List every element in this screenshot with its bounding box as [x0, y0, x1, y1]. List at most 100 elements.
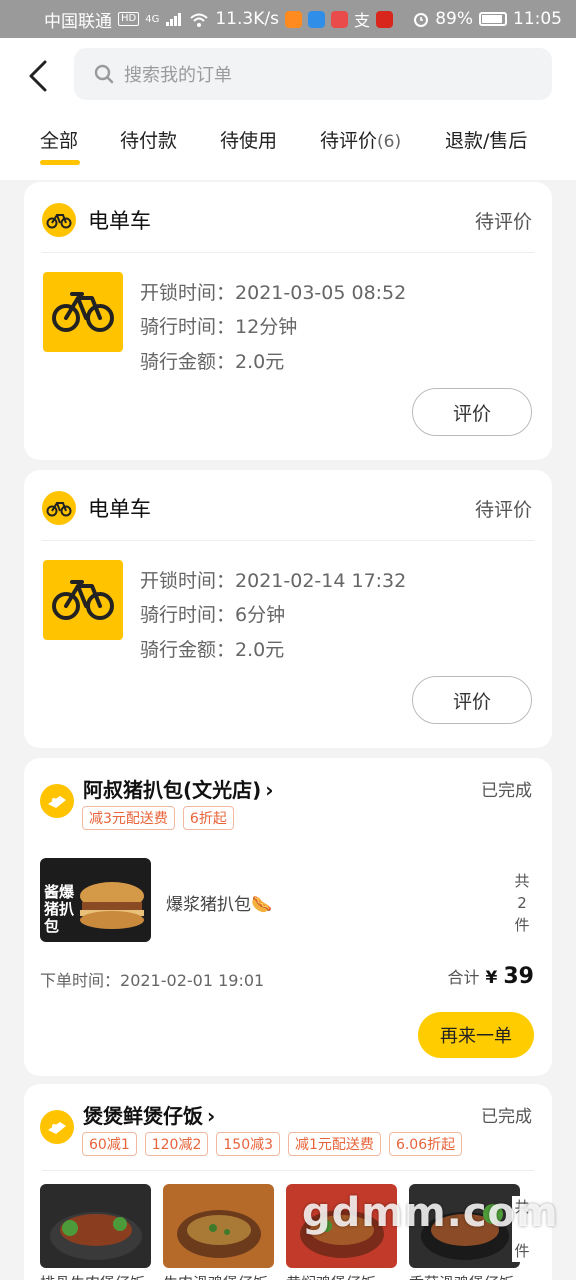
bike-image [43, 272, 123, 352]
card-header: 煲煲鲜煲仔饭 › 已完成 60减1 120减2 150减3 减1元配送费 6.06… [40, 1100, 532, 1170]
carrier-label: 中国联通 [44, 11, 112, 32]
ride-time: 骑行时间：6分钟 [140, 600, 285, 627]
tab-all[interactable]: 全部 [40, 126, 78, 153]
status-left: 中国联通 HD 4G 11.3K/s 支 [44, 7, 393, 32]
divider [42, 1170, 534, 1171]
clock: 11:05 [513, 9, 562, 29]
search-placeholder: 搜索我的订单 [124, 65, 232, 86]
count-char: 件 [514, 1242, 530, 1260]
order-time: 下单时间：2021-02-01 19:01 [40, 967, 264, 991]
order-status: 已完成 [481, 1107, 532, 1127]
dish-image: 酱爆 猪扒包 [40, 858, 151, 942]
video-app-icon [284, 10, 302, 28]
dish-name: 排骨牛肉煲仔饭 [40, 1272, 145, 1280]
amount-value: 2.0元 [235, 639, 285, 661]
promo-tag: 减1元配送费 [288, 1132, 381, 1156]
shop-name-link[interactable]: 煲煲鲜煲仔饭 › [83, 1100, 215, 1129]
shopping-app-icon [330, 10, 348, 28]
tab-to-use[interactable]: 待使用 [220, 126, 277, 153]
signal-icon [166, 13, 182, 26]
shop-name: 电单车 [88, 209, 151, 233]
hd-badge: HD [118, 12, 140, 26]
promo-tags: 减3元配送费 6折起 [82, 806, 234, 830]
promo-tag: 120减2 [144, 1132, 209, 1156]
amount-label: 骑行金额： [140, 351, 236, 373]
promo-tag: 150减3 [216, 1132, 281, 1156]
watermark: gdmm.com [302, 1190, 559, 1236]
card-header: 电单车 待评价 [42, 488, 532, 528]
chevron-right-icon: › [207, 1104, 216, 1128]
amount-value: 2.0元 [235, 351, 285, 373]
ride-amount: 骑行金额：2.0元 [140, 635, 284, 662]
ride-time: 骑行时间：12分钟 [140, 312, 297, 339]
alarm-icon [414, 13, 429, 27]
count-char: 件 [514, 916, 530, 934]
order-tabs: 全部 待付款 待使用 待评价(6) 退款/售后 [0, 122, 576, 170]
dish-name: 牛肉滑鸡煲仔饭 [163, 1272, 268, 1280]
ride-label: 骑行时间： [140, 316, 236, 338]
unlock-value: 2021-02-14 17:32 [235, 570, 407, 592]
dish-image-caption: 酱爆 猪扒包 [44, 884, 78, 935]
ride-value: 12分钟 [235, 316, 298, 338]
takeout-logo-icon [40, 784, 74, 818]
time-label: 下单时间： [40, 971, 121, 990]
order-status: 待评价 [474, 210, 532, 233]
dish-name: 香菇滑鸡煲仔饭 [409, 1272, 514, 1280]
total-label: 合计 [447, 968, 480, 987]
dish-image-line: 酱爆 [44, 883, 75, 901]
bike-order-card[interactable]: 电单车 待评价 开锁时间：2021-02-14 17:32 骑行时间：6分钟 骑… [24, 470, 552, 748]
currency-symbol: ¥ [485, 968, 498, 988]
promo-tag: 6折起 [182, 806, 234, 830]
review-button[interactable]: 评价 [412, 676, 532, 724]
divider [42, 252, 534, 253]
food-order-card[interactable]: 阿叔猪扒包(文光店) › 已完成 减3元配送费 6折起 酱爆 猪扒包 爆浆猪扒包🌭 … [24, 758, 552, 1076]
takeout-logo-icon [40, 1110, 74, 1144]
header: 搜索我的订单 全部 待付款 待使用 待评价(6) 退款/售后 [0, 38, 576, 180]
dish-image-line: 猪扒包 [44, 900, 75, 935]
card-header: 阿叔猪扒包(文光店) › 已完成 减3元配送费 6折起 [40, 774, 532, 844]
bicycle-icon [52, 580, 114, 620]
dish-name: 爆浆猪扒包🌭 [166, 895, 273, 915]
wifi-icon [190, 13, 209, 27]
ride-value: 6分钟 [235, 604, 286, 626]
tab-label: 退款/售后 [445, 130, 528, 152]
bike-order-card[interactable]: 电单车 待评价 开锁时间：2021-03-05 08:52 骑行时间：12分钟 … [24, 182, 552, 460]
shop-name: 阿叔猪扒包(文光店) [83, 778, 262, 802]
tab-to-review[interactable]: 待评价(6) [320, 126, 401, 153]
browser-app-icon [307, 10, 325, 28]
promo-tag: 减3元配送费 [82, 806, 175, 830]
active-tab-indicator [40, 160, 80, 165]
status-bar: 中国联通 HD 4G 11.3K/s 支 89% 11:05 [0, 0, 576, 38]
tab-refund[interactable]: 退款/售后 [445, 126, 527, 153]
tab-label: 待评价 [320, 130, 378, 152]
unlock-label: 开锁时间： [140, 570, 236, 592]
tab-label: 待使用 [220, 130, 278, 152]
order-status: 已完成 [481, 781, 532, 801]
bike-logo-icon [42, 491, 76, 525]
unlock-time: 开锁时间：2021-03-05 08:52 [140, 278, 406, 305]
promo-tag: 60减1 [82, 1132, 137, 1156]
search-icon [94, 64, 114, 84]
count-char: 2 [517, 894, 527, 912]
reorder-button[interactable]: 再来一单 [418, 1012, 534, 1058]
ride-amount: 骑行金额：2.0元 [140, 347, 284, 374]
dish-image [40, 1184, 151, 1268]
promo-tags: 60减1 120减2 150减3 减1元配送费 6.06折起 [82, 1132, 463, 1156]
tab-pending-payment[interactable]: 待付款 [120, 126, 177, 153]
shop-name: 电单车 [88, 497, 151, 521]
time-value: 2021-02-01 19:01 [120, 971, 265, 990]
review-button[interactable]: 评价 [412, 388, 532, 436]
order-total: 合计 ¥ 39 [448, 964, 534, 989]
chevron-left-icon [29, 60, 47, 92]
network-speed: 11.3K/s [215, 9, 279, 29]
total-amount: 39 [503, 964, 534, 989]
item-count: 共 2 件 [512, 870, 532, 936]
bike-logo-icon [42, 203, 76, 237]
food-order-card[interactable]: 煲煲鲜煲仔饭 › 已完成 60减1 120减2 150减3 减1元配送费 6.06… [24, 1084, 552, 1280]
tab-count: (6) [377, 132, 402, 152]
back-button[interactable] [18, 56, 58, 96]
shop-name-link[interactable]: 阿叔猪扒包(文光店) › [83, 774, 274, 803]
unlock-time: 开锁时间：2021-02-14 17:32 [140, 566, 406, 593]
search-input[interactable]: 搜索我的订单 [74, 48, 552, 100]
promo-tag: 6.06折起 [388, 1132, 463, 1156]
